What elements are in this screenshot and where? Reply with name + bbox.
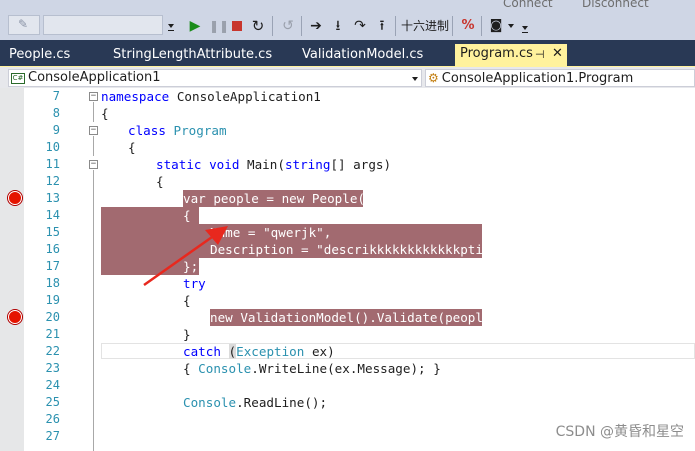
line-number: 8 bbox=[52, 106, 60, 120]
toolbar-options-icon[interactable] bbox=[522, 26, 528, 30]
code-line-22: catch (Exception ex) bbox=[183, 344, 335, 359]
solution-platforms-combo[interactable]: ✎ bbox=[8, 15, 40, 35]
breakpoint-icon[interactable] bbox=[8, 310, 22, 324]
project-dropdown[interactable]: C# ConsoleApplication1 bbox=[8, 69, 422, 87]
code-line-25: Console.ReadLine(); bbox=[183, 395, 328, 410]
disconnect-button[interactable]: Disconnect bbox=[582, 0, 649, 10]
code-line-19: { bbox=[183, 293, 191, 308]
code-line-15: Name = "qwerjk", bbox=[210, 225, 332, 240]
collapse-namespace-icon[interactable]: − bbox=[89, 92, 98, 101]
line-number: 27 bbox=[45, 429, 60, 443]
line-number: 14 bbox=[45, 208, 60, 222]
document-tab-strip: People.cs StringLengthAttribute.cs Valid… bbox=[0, 40, 695, 66]
line-number: 21 bbox=[45, 327, 60, 341]
chevron-down-icon bbox=[412, 77, 418, 81]
code-line-17: }; bbox=[183, 259, 199, 274]
class-member-icon: ⚙ bbox=[428, 71, 439, 85]
restart-icon[interactable]: ↻ bbox=[250, 17, 266, 35]
code-line-11: static void Main(string[] args) bbox=[156, 157, 392, 172]
line-number: 13 bbox=[45, 191, 60, 205]
step-arrow-icon[interactable]: ➔ bbox=[308, 17, 324, 35]
project-dropdown-value: ConsoleApplication1 bbox=[28, 70, 161, 85]
chevron-down-icon[interactable] bbox=[508, 24, 514, 28]
tab-stringlengthattribute-cs[interactable]: StringLengthAttribute.cs bbox=[113, 45, 272, 66]
line-number: 20 bbox=[45, 310, 60, 324]
connect-button[interactable]: Connect bbox=[503, 0, 553, 10]
code-line-20: new ValidationModel().Validate(people); bbox=[210, 310, 506, 325]
step-over-icon[interactable]: ↷ bbox=[352, 17, 368, 35]
line-number: 25 bbox=[45, 395, 60, 409]
class-dropdown[interactable]: ⚙ ConsoleApplication1.Program bbox=[425, 69, 695, 87]
line-number: 23 bbox=[45, 361, 60, 375]
code-line-8: { bbox=[101, 106, 109, 121]
separator bbox=[301, 16, 302, 36]
class-dropdown-value: ConsoleApplication1.Program bbox=[441, 71, 634, 86]
chevron-down-icon[interactable] bbox=[168, 24, 174, 28]
code-line-18: try bbox=[183, 276, 206, 291]
line-number: 16 bbox=[45, 242, 60, 256]
step-into-icon[interactable]: ⭳ bbox=[330, 17, 346, 35]
close-icon[interactable]: ✕ bbox=[552, 44, 563, 63]
code-line-9: class Program bbox=[128, 123, 227, 138]
thread-icon[interactable]: ◙ bbox=[487, 17, 505, 35]
collapse-class-icon[interactable]: − bbox=[89, 126, 98, 135]
code-editor[interactable]: 7 8 9 10 11 12 13 14 15 16 17 18 19 20 2… bbox=[0, 88, 695, 451]
outline-guide bbox=[93, 136, 94, 156]
csdn-watermark: CSDN @黄昏和星空 bbox=[555, 424, 684, 440]
line-number: 24 bbox=[45, 378, 60, 392]
code-line-12: { bbox=[156, 174, 164, 189]
code-line-16: Description = "descrikkkkkkkkkkkkption" bbox=[210, 242, 506, 257]
tab-program-cs[interactable]: Program.cs ⊣ ✕ bbox=[455, 44, 567, 66]
line-number: 26 bbox=[45, 412, 60, 426]
collapse-method-icon[interactable]: − bbox=[89, 160, 98, 169]
code-line-14: { bbox=[183, 208, 191, 223]
process-combo[interactable] bbox=[43, 15, 163, 35]
code-line-10: { bbox=[128, 140, 136, 155]
line-number: 10 bbox=[45, 140, 60, 154]
code-line-23: { Console.WriteLine(ex.Message); } bbox=[183, 361, 441, 376]
show-next-statement-icon[interactable]: ↺ bbox=[280, 17, 296, 35]
break-all-icon[interactable]: ❚❚ bbox=[209, 17, 229, 35]
separator bbox=[395, 16, 396, 36]
line-number: 9 bbox=[52, 123, 60, 137]
outline-guide bbox=[93, 170, 94, 451]
code-line-13: var people = new People() bbox=[183, 191, 373, 206]
navigation-bar: C# ConsoleApplication1 ⚙ ConsoleApplicatio… bbox=[0, 66, 695, 88]
outline-guide bbox=[93, 102, 94, 122]
line-number: 22 bbox=[45, 344, 60, 358]
separator bbox=[272, 16, 273, 36]
line-number: 17 bbox=[45, 259, 60, 273]
tab-label: Program.cs bbox=[460, 46, 533, 61]
csharp-project-icon: C# bbox=[11, 73, 25, 84]
line-number: 19 bbox=[45, 293, 60, 307]
pin-icon[interactable]: ⊣ bbox=[535, 45, 545, 64]
code-line-7: namespace ConsoleApplication1 bbox=[101, 89, 321, 104]
continue-icon[interactable]: ▶ bbox=[187, 17, 203, 35]
exception-settings-icon[interactable]: % bbox=[459, 17, 477, 35]
code-line-21: } bbox=[183, 327, 191, 342]
line-number: 11 bbox=[45, 157, 60, 171]
line-number: 18 bbox=[45, 276, 60, 290]
breakpoint-icon[interactable] bbox=[8, 191, 22, 205]
separator bbox=[481, 16, 482, 36]
breakpoint-margin[interactable] bbox=[0, 88, 24, 451]
line-number: 12 bbox=[45, 174, 60, 188]
tab-people-cs[interactable]: People.cs bbox=[9, 45, 70, 66]
debug-toolbar: ✎ ▶ ❚❚ ↻ ↺ ➔ ⭳ ↷ ⭱ 十六进制 % ◙ Connect Disc… bbox=[0, 0, 695, 40]
tab-validationmodel-cs[interactable]: ValidationModel.cs bbox=[302, 45, 423, 66]
line-number: 7 bbox=[52, 89, 60, 103]
stop-icon[interactable] bbox=[230, 17, 244, 35]
line-number: 15 bbox=[45, 225, 60, 239]
step-out-icon[interactable]: ⭱ bbox=[374, 17, 390, 35]
pencil-icon: ✎ bbox=[18, 17, 29, 31]
hexadecimal-toggle[interactable]: 十六进制 bbox=[401, 18, 449, 34]
separator bbox=[452, 16, 453, 36]
